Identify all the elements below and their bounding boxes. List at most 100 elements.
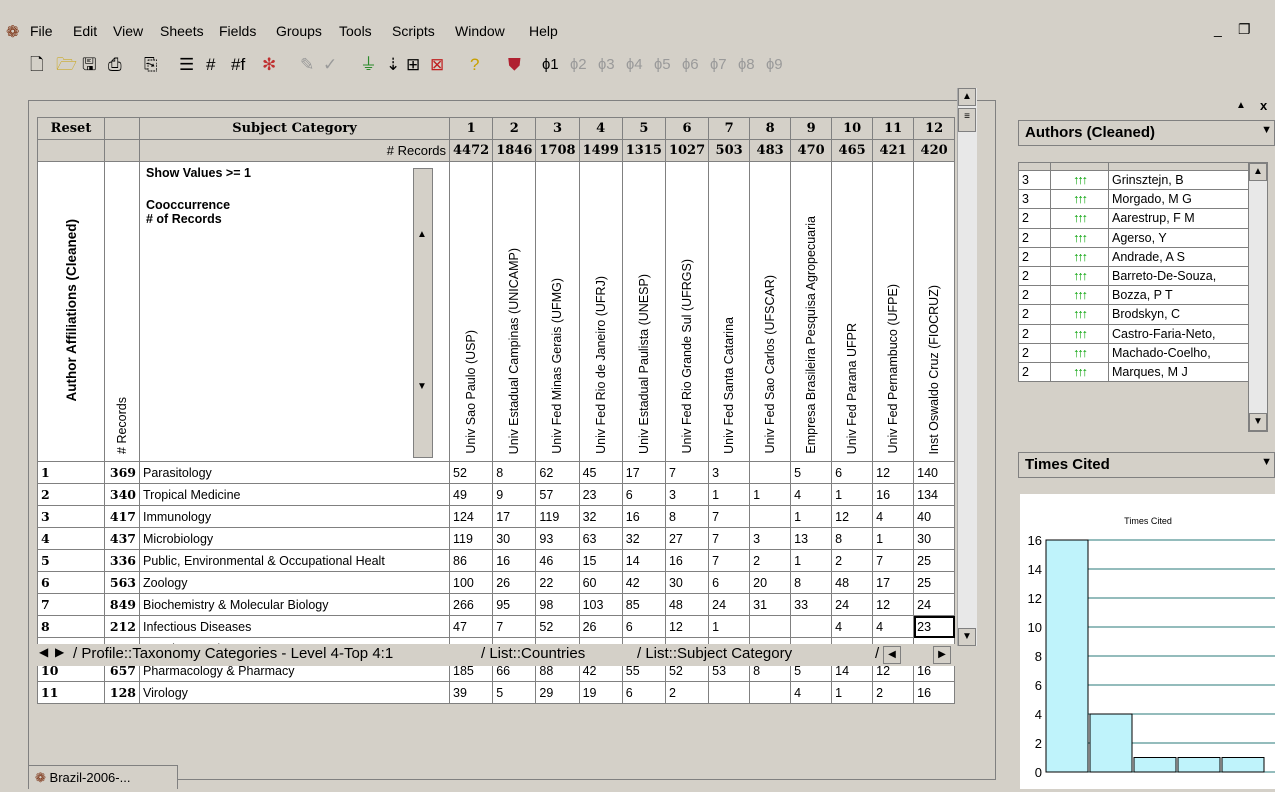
menu-scripts[interactable]: Scripts bbox=[392, 23, 435, 39]
matrix-cell[interactable]: 33 bbox=[790, 593, 833, 616]
matrix-cell[interactable]: 93 bbox=[535, 527, 580, 550]
column-name[interactable]: Univ Fed Rio de Janeiro (UFRJ) bbox=[578, 161, 623, 462]
delete-group-icon[interactable]: ⊠ bbox=[430, 52, 444, 78]
minimize-icon[interactable]: _ bbox=[1214, 21, 1222, 37]
list-item[interactable]: 2 ↑↑↑ Brodskyn, C bbox=[1018, 304, 1249, 325]
print-icon[interactable]: ⎙ bbox=[108, 52, 122, 78]
scroll-up-icon[interactable]: ▲ bbox=[1249, 163, 1267, 181]
subject-category-header[interactable]: Subject Category bbox=[139, 117, 450, 140]
group-1-button[interactable]: ɸ1 bbox=[542, 52, 559, 78]
matrix-cell[interactable]: 6 bbox=[831, 461, 874, 484]
matrix-cell[interactable]: 63 bbox=[578, 527, 623, 550]
tab-prev-icon[interactable]: ◀ bbox=[39, 645, 48, 659]
matrix-cell[interactable]: 1 bbox=[708, 483, 751, 506]
scroll-down-icon[interactable]: ▼ bbox=[417, 381, 427, 392]
matrix-cell[interactable]: 5 bbox=[790, 461, 833, 484]
filter-icon[interactable]: ⏚ bbox=[360, 52, 377, 78]
matrix-cell[interactable]: 1 bbox=[831, 483, 874, 506]
menu-groups[interactable]: Groups bbox=[276, 23, 322, 39]
matrix-cell[interactable]: 49 bbox=[448, 483, 494, 506]
list-item[interactable]: 2 ↑↑↑ Barreto-De-Souza, bbox=[1018, 265, 1249, 287]
row-number[interactable]: 6 bbox=[37, 571, 105, 594]
matrix-cell[interactable]: 6 bbox=[621, 615, 666, 638]
panel-close-icon[interactable]: x bbox=[1260, 98, 1267, 113]
menu-tools[interactable]: Tools bbox=[339, 23, 372, 39]
matrix-cell[interactable]: 27 bbox=[664, 527, 710, 550]
scroll-down-icon[interactable]: ▼ bbox=[958, 628, 976, 646]
matrix-cell[interactable]: 98 bbox=[535, 593, 580, 616]
row-category[interactable]: Infectious Diseases bbox=[139, 615, 450, 638]
matrix-cell[interactable]: 2 bbox=[749, 549, 792, 572]
matrix-icon[interactable]: # bbox=[206, 52, 215, 78]
row-category[interactable]: Immunology bbox=[139, 505, 450, 528]
authors-field-select[interactable]: Authors (Cleaned) ▼ bbox=[1018, 120, 1275, 146]
matrix-cell[interactable] bbox=[749, 615, 792, 638]
table-row[interactable]: 11 128 Virology 39 5 29 19 6 2 4 1 2 16 bbox=[37, 681, 956, 704]
column-number[interactable]: 5 bbox=[621, 117, 666, 140]
table-row[interactable]: 5 336 Public, Environmental & Occupational… bbox=[37, 549, 956, 572]
group-9-button[interactable]: ɸ9 bbox=[766, 52, 783, 78]
row-number[interactable]: 8 bbox=[37, 615, 105, 638]
scroll-up-icon[interactable]: ▲ bbox=[958, 88, 976, 106]
panel-maximize-icon[interactable]: ▲ bbox=[1236, 100, 1246, 111]
matrix-cell[interactable]: 26 bbox=[578, 615, 623, 638]
column-number[interactable]: 2 bbox=[492, 117, 537, 140]
column-number[interactable]: 8 bbox=[749, 117, 792, 140]
group-3-button[interactable]: ɸ3 bbox=[598, 52, 615, 78]
matrix-cell[interactable]: 26 bbox=[492, 571, 537, 594]
column-name[interactable]: Univ Estadual Campinas (UNICAMP) bbox=[492, 161, 537, 462]
matrix-cell[interactable]: 23 bbox=[578, 483, 623, 506]
matrix-cell[interactable]: 5 bbox=[492, 681, 537, 704]
matrix-cell[interactable]: 8 bbox=[664, 505, 710, 528]
matrix-cell[interactable]: 3 bbox=[749, 527, 792, 550]
reset-button[interactable]: Reset bbox=[37, 117, 105, 140]
matrix-cell[interactable]: 8 bbox=[831, 527, 874, 550]
list-item[interactable]: 2 ↑↑↑ Castro-Faria-Neto, bbox=[1018, 323, 1249, 344]
matrix-cell[interactable]: 46 bbox=[535, 549, 580, 572]
list-item[interactable]: 3 ↑↑↑ Grinsztejn, B bbox=[1018, 169, 1249, 191]
row-number[interactable]: 5 bbox=[37, 549, 105, 572]
column-name[interactable]: Univ Fed Sao Carlos (UFSCAR) bbox=[749, 161, 792, 462]
matrix-cell[interactable]: 7 bbox=[708, 527, 751, 550]
tab-subject-category[interactable]: / List::Subject Category bbox=[637, 645, 792, 662]
menu-view[interactable]: View bbox=[113, 23, 143, 39]
copy-icon[interactable]: ⎘ bbox=[144, 52, 158, 78]
save-icon[interactable]: 🖫 bbox=[82, 52, 96, 78]
column-name[interactable]: Univ Estadual Paulista (UNESP) bbox=[621, 161, 666, 462]
row-number[interactable]: 4 bbox=[37, 527, 105, 550]
times-cited-field-select[interactable]: Times Cited ▼ bbox=[1018, 452, 1275, 478]
matrix-cell[interactable]: 22 bbox=[535, 571, 580, 594]
row-category[interactable]: Tropical Medicine bbox=[139, 483, 450, 506]
row-category[interactable]: Biochemistry & Molecular Biology bbox=[139, 593, 450, 616]
matrix-cell[interactable]: 7 bbox=[708, 505, 751, 528]
matrix-cell[interactable]: 32 bbox=[621, 527, 666, 550]
row-category[interactable]: Public, Environmental & Occupational Hea… bbox=[139, 549, 450, 572]
tab-next-icon[interactable]: ▶ bbox=[55, 645, 64, 659]
matrix-cell[interactable]: 30 bbox=[492, 527, 537, 550]
matrix-cell[interactable]: 3 bbox=[708, 461, 751, 484]
matrix-cell[interactable]: 140 bbox=[913, 461, 956, 484]
list-item[interactable]: 2 ↑↑↑ Bozza, P T bbox=[1018, 285, 1249, 306]
matrix-cell[interactable]: 57 bbox=[535, 483, 580, 506]
author-name[interactable]: Andrade, A S bbox=[1108, 246, 1249, 267]
matrix-cell[interactable]: 47 bbox=[448, 615, 494, 638]
script-icon[interactable]: ⛊ bbox=[508, 52, 521, 78]
author-name[interactable]: Marques, M J bbox=[1108, 361, 1249, 383]
matrix-cell[interactable]: 6 bbox=[621, 483, 666, 506]
tab-profile[interactable]: / Profile::Taxonomy Categories - Level 4… bbox=[73, 645, 393, 662]
matrix-cell[interactable]: 24 bbox=[913, 593, 956, 616]
table-row[interactable]: 1 369 Parasitology 52 8 62 45 17 7 3 5 6 12 140 bbox=[37, 461, 956, 484]
table-row[interactable]: 4 437 Microbiology 119 30 93 63 32 27 7 3 13 8 1 30 bbox=[37, 527, 956, 550]
matrix-cell[interactable]: 2 bbox=[831, 549, 874, 572]
matrix-cell[interactable]: 266 bbox=[448, 593, 494, 616]
author-name[interactable]: Morgado, M G bbox=[1108, 189, 1249, 210]
author-name[interactable]: Brodskyn, C bbox=[1108, 304, 1249, 325]
list-item[interactable]: 2 ↑↑↑ Andrade, A S bbox=[1018, 246, 1249, 267]
matrix-cell[interactable]: 17 bbox=[621, 461, 666, 484]
matrix-cell[interactable]: 9 bbox=[492, 483, 537, 506]
matrix-cell[interactable]: 45 bbox=[578, 461, 623, 484]
help-icon[interactable]: ? bbox=[470, 52, 479, 78]
menu-window[interactable]: Window bbox=[455, 23, 505, 39]
matrix-cell[interactable]: 29 bbox=[535, 681, 580, 704]
matrix-cell[interactable]: 12 bbox=[831, 505, 874, 528]
